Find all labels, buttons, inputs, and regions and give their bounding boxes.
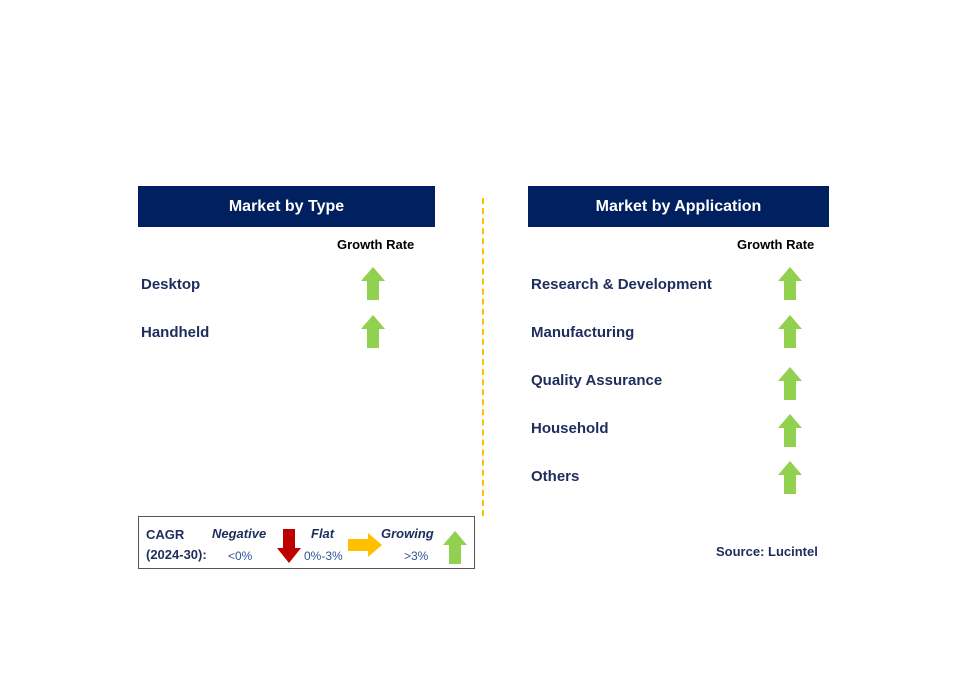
up-arrow-icon: [778, 315, 802, 348]
legend-flat-range: 0%-3%: [304, 549, 343, 563]
legend-title-line2: (2024-30):: [146, 547, 207, 562]
legend-growing: Growing: [381, 526, 434, 541]
up-arrow-icon: [778, 267, 802, 300]
app-research-development: Research & Development: [531, 276, 712, 293]
source-label: Source: Lucintel: [716, 544, 818, 559]
up-arrow-icon: [443, 531, 467, 564]
up-arrow-icon: [361, 267, 385, 300]
up-arrow-icon: [778, 414, 802, 447]
type-desktop: Desktop: [141, 276, 201, 293]
right-growth-rate-label: Growth Rate: [737, 237, 815, 252]
app-manufacturing: Manufacturing: [531, 324, 635, 341]
app-household: Household: [531, 420, 609, 437]
type-handheld: Handheld: [141, 324, 210, 341]
up-arrow-icon: [778, 461, 802, 494]
market-by-type-header: Market by Type: [138, 186, 435, 227]
legend-title-line1: CAGR: [146, 527, 185, 542]
app-others: Others: [531, 468, 580, 485]
app-quality-assurance: Quality Assurance: [531, 372, 663, 389]
right-arrow-icon: [348, 533, 382, 557]
up-arrow-icon: [778, 367, 802, 400]
left-growth-rate-label: Growth Rate: [337, 237, 415, 252]
legend-negative-range: <0%: [228, 549, 253, 563]
up-arrow-icon: [361, 315, 385, 348]
cagr-legend: CAGR (2024-30): Negative <0% Flat 0%-3% …: [138, 516, 475, 569]
legend-negative: Negative: [212, 526, 267, 541]
divider-dashed-line: [482, 198, 484, 516]
legend-flat: Flat: [311, 526, 335, 541]
legend-growing-range: >3%: [404, 549, 429, 563]
market-by-application-header: Market by Application: [528, 186, 829, 227]
down-arrow-icon: [277, 529, 301, 563]
